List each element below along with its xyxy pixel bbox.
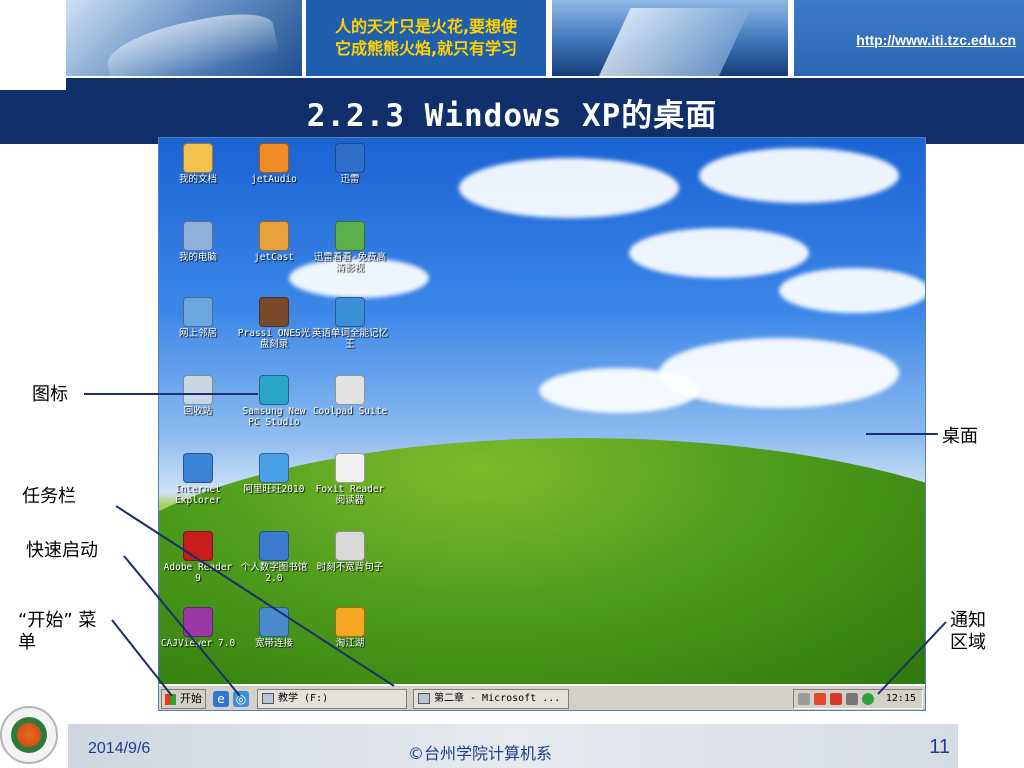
desktop-icon[interactable]: Internet Explorer — [159, 450, 237, 526]
desktop-icon[interactable]: Prassi ONES光盘刻录 — [235, 294, 313, 370]
desktop-icon-label: 英语单词全能记忆王 — [311, 328, 388, 350]
desktop-icon-label: jetCast — [253, 252, 295, 263]
desktop-icon[interactable]: 个人数字图书馆2.0 — [235, 528, 313, 604]
callout-desktop: 桌面 — [942, 426, 978, 447]
desktop-icon[interactable]: 英语单词全能记忆王 — [311, 294, 389, 370]
my-computer-icon — [183, 221, 213, 251]
desktop-icon-label: 迅雷看看-免费高清影视 — [313, 252, 387, 274]
callout-quick-launch: 快速启动 — [26, 540, 98, 561]
taojianghu-icon — [335, 607, 365, 637]
ones-burner-icon — [259, 297, 289, 327]
desktop-icon-label: Foxit Reader 阅读器 — [315, 484, 385, 506]
desktop-icon[interactable]: jetAudio — [235, 140, 313, 216]
desktop-icon[interactable]: 迅雷 — [311, 140, 389, 216]
desktop-icon-label: 网上邻居 — [178, 328, 217, 339]
desktop-icon-label: 个人数字图书馆2.0 — [240, 562, 308, 584]
callout-start-menu-line-1: “开始” 菜 — [18, 610, 97, 631]
digital-library-icon — [259, 531, 289, 561]
slide-title: 2.2.3 Windows XP的桌面 — [306, 98, 718, 134]
callout-notification-line-2: 区域 — [950, 632, 986, 653]
sentence-app-icon — [335, 531, 365, 561]
jetcast-icon — [259, 221, 289, 251]
quote-line-1: 人的天才只是火花,要想使 — [334, 17, 518, 36]
windows-xp-desktop: 我的文档 jetAudio 迅雷我的电脑 jetCast 迅雷看看-免费高清影视网上邻居… — [158, 137, 926, 711]
network-neighborhood-icon — [183, 297, 213, 327]
desktop-icon-label: 我的电脑 — [178, 252, 217, 263]
desktop-icon[interactable]: 宽带连接 — [235, 604, 313, 680]
callout-taskbar: 任务栏 — [22, 486, 76, 507]
desktop-icon[interactable]: 淘江湖 — [311, 604, 389, 680]
header-banner: 人的天才只是火花,要想使 它成熊熊火焰,就只有学习 http://www.iti… — [0, 0, 1024, 78]
cloud — [459, 158, 679, 218]
city-buildings-image — [552, 0, 788, 76]
desktop-icon[interactable]: 网上邻居 — [159, 294, 237, 370]
desktop-icon-label: 淘江湖 — [335, 638, 365, 649]
callout-notification-area: 通知 区域 — [950, 610, 986, 654]
internet-explorer-icon — [183, 453, 213, 483]
callout-icon: 图标 — [32, 384, 68, 405]
footer-copyright: ©台州学院计算机系 — [407, 744, 552, 763]
samsung-pc-studio-icon — [259, 375, 289, 405]
desktop-icon[interactable]: 我的电脑 — [159, 218, 237, 294]
adobe-reader-icon — [183, 531, 213, 561]
desktop-icon[interactable]: CAJViewer 7.0 — [159, 604, 237, 680]
xunlei-kankan-icon — [335, 221, 365, 251]
desktop-icon[interactable]: Samsung New PC Studio — [235, 372, 313, 448]
url-panel: http://www.iti.tzc.edu.cn — [794, 0, 1024, 76]
english-words-icon — [335, 297, 365, 327]
desktop-icon-label: 回收站 — [183, 406, 213, 417]
cloud — [629, 228, 809, 278]
footer: 2014/9/6 ©台州学院计算机系 11 — [0, 700, 1024, 768]
cloud — [779, 268, 925, 313]
desktop-icon-label: 宽带连接 — [254, 638, 293, 649]
cloud — [699, 148, 899, 203]
foxit-reader-icon — [335, 453, 365, 483]
keyboard-hands-image — [66, 0, 302, 76]
desktop-icon[interactable]: jetCast — [235, 218, 313, 294]
cajviewer-icon — [183, 607, 213, 637]
desktop-icon-label: 迅雷 — [340, 174, 360, 185]
desktop-icon[interactable]: 阿里旺旺2010 — [235, 450, 313, 526]
desktop-icon[interactable]: 迅雷看看-免费高清影视 — [311, 218, 389, 294]
footer-date: 2014/9/6 — [88, 740, 151, 757]
desktop-icon-label: jetAudio — [251, 174, 297, 185]
cloud — [539, 368, 699, 413]
desktop-icon-label: 我的文档 — [178, 174, 217, 185]
desktop-icon[interactable]: Adobe Reader 9 — [159, 528, 237, 604]
recycle-bin-icon — [183, 375, 213, 405]
desktop-icon-label: 时刻不宽背句子 — [316, 562, 384, 573]
desktop-icon-label: Samsung New PC Studio — [242, 406, 306, 428]
desktop-icon[interactable]: 我的文档 — [159, 140, 237, 216]
quote-line-2: 它成熊熊火焰,就只有学习 — [334, 39, 518, 58]
desktop-icon-label: Adobe Reader 9 — [163, 562, 233, 584]
jetaudio-icon — [259, 143, 289, 173]
desktop-icon-label: Coolpad Suite — [312, 406, 388, 417]
my-documents-icon — [183, 143, 213, 173]
coolpad-suite-icon — [335, 375, 365, 405]
quote-text: 人的天才只是火花,要想使 它成熊熊火焰,就只有学习 — [306, 16, 546, 60]
desktop-icon[interactable]: 回收站 — [159, 372, 237, 448]
quote-panel: 人的天才只是火花,要想使 它成熊熊火焰,就只有学习 — [306, 0, 546, 76]
desktop-icon-label: 阿里旺旺2010 — [243, 484, 305, 495]
desktop-icon[interactable]: 时刻不宽背句子 — [311, 528, 389, 604]
desktop-icon[interactable]: Coolpad Suite — [311, 372, 389, 448]
desktop-icon-label: Prassi ONES光盘刻录 — [237, 328, 311, 350]
aliwangwang-icon — [259, 453, 289, 483]
callout-notification-line-1: 通知 — [950, 610, 986, 631]
callout-start-menu-line-2: 单 — [18, 632, 36, 653]
callout-start-menu: “开始” 菜 单 — [18, 610, 96, 654]
desktop-icon[interactable]: Foxit Reader 阅读器 — [311, 450, 389, 526]
page-number: 11 — [929, 736, 950, 758]
website-link[interactable]: http://www.iti.tzc.edu.cn — [794, 32, 1016, 48]
logo-emblem — [11, 717, 47, 753]
title-bar: 2.2.3 Windows XP的桌面 — [0, 78, 1024, 144]
broadband-connection-icon — [259, 607, 289, 637]
desktop-icon-label: CAJViewer 7.0 — [160, 638, 236, 649]
college-logo — [0, 706, 58, 764]
desktop-icon-label: Internet Explorer — [175, 484, 221, 506]
thunder-icon — [335, 143, 365, 173]
